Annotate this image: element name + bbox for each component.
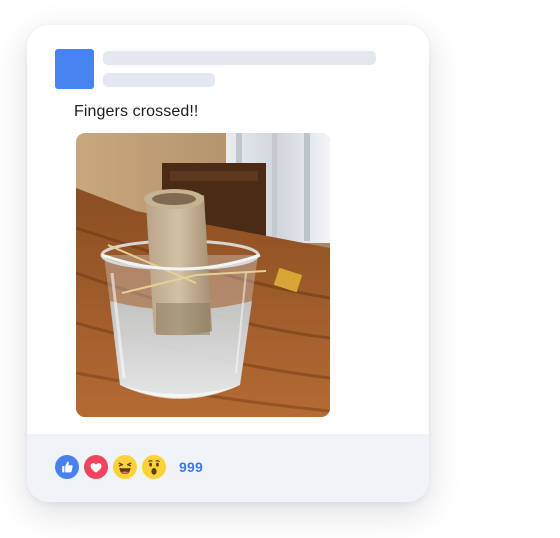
post-meta-placeholder xyxy=(103,73,215,87)
heart-icon[interactable] xyxy=(84,455,108,479)
reactions-bar[interactable]: 999 xyxy=(55,455,203,479)
author-name-placeholder xyxy=(103,51,376,65)
surprised-face-icon[interactable] xyxy=(142,455,166,479)
reaction-count[interactable]: 999 xyxy=(179,459,203,475)
post-photo[interactable] xyxy=(76,133,330,417)
avatar[interactable] xyxy=(55,49,94,89)
laughing-face-icon[interactable] xyxy=(113,455,137,479)
post-card: Fingers crossed!! 999 xyxy=(27,25,429,502)
photo-image xyxy=(76,133,330,417)
post-footer: 999 xyxy=(27,434,429,502)
thumbs-up-icon[interactable] xyxy=(55,455,79,479)
post-text: Fingers crossed!! xyxy=(74,103,199,120)
